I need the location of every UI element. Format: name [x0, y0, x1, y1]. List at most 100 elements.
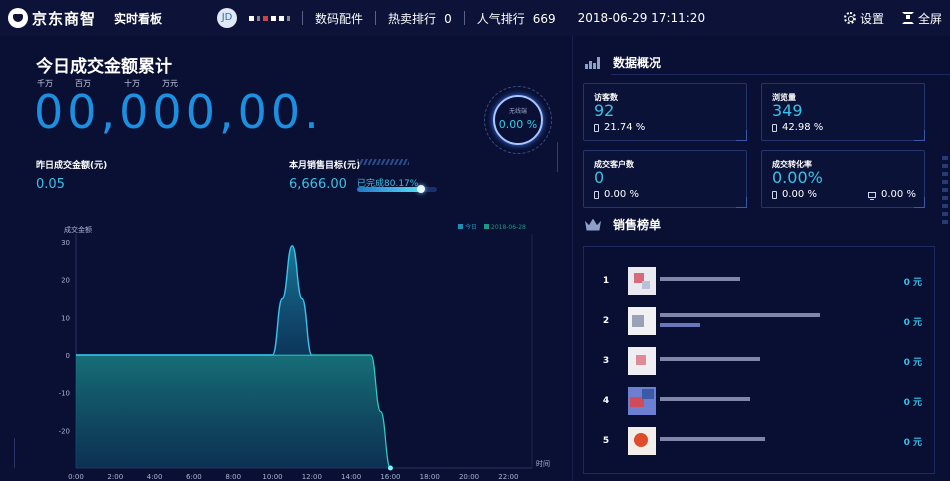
legend-label: 2018-06-28: [491, 224, 526, 231]
x-tick-label: 18:00: [420, 473, 440, 481]
pageviews-card[interactable]: 浏览量 349 42.98 %: [761, 83, 925, 141]
jd-dog-icon: [8, 8, 28, 28]
ring-decoration: [548, 142, 558, 172]
x-tick-label: 0:00: [68, 473, 84, 481]
ranking-item[interactable]: 2 0 元: [584, 301, 936, 341]
today-amount-digits: 00,000,00.: [34, 85, 323, 139]
rank-amount: 0 元: [903, 437, 922, 448]
header-line: [611, 74, 950, 75]
card-sub-value: 21.74 %: [604, 122, 646, 133]
sales-chart: 30 20 10 0 -10 -20 0:00 2:00 4:00 6:00 8:00 10:00 12…: [14, 212, 554, 481]
overview-header: 数据概况: [585, 54, 950, 75]
yesterday-label: 昨日成交金额(元): [36, 161, 108, 171]
ranking-item[interactable]: 3 0 元: [584, 341, 936, 381]
legend-swatch: [458, 224, 463, 229]
product-thumbnail: [628, 307, 656, 335]
series-line-today: [75, 245, 313, 356]
phone-icon: [594, 123, 599, 132]
card-sub-value: 0.00 %: [881, 189, 916, 200]
divider: [302, 11, 304, 25]
card-value: 349: [772, 101, 803, 120]
x-tick-label: 4:00: [147, 473, 163, 481]
wireless-ring: 无线端 0.00 %: [484, 86, 556, 158]
category-label: 数码配件: [315, 11, 364, 26]
card-mobile-rate: 21.74 %: [594, 122, 645, 133]
product-thumbnail: [628, 267, 656, 295]
rank-number: 3: [602, 356, 610, 366]
logo[interactable]: 京东商智: [8, 8, 96, 29]
phone-icon: [772, 190, 777, 199]
card-mobile-rate: 0.00 %: [772, 189, 817, 200]
fullscreen-button[interactable]: 全屏: [901, 10, 942, 27]
y-tick-label: 30: [61, 239, 70, 247]
phone-icon: [772, 123, 777, 132]
card-value: 0.00%: [772, 168, 823, 187]
datetime: 2018-06-29 17:11:20: [577, 11, 706, 25]
x-tick-label: 12:00: [302, 473, 322, 481]
card-sub-value: 42.98 %: [782, 122, 824, 133]
ranking-title: 销售榜单: [613, 218, 662, 232]
store-info[interactable]: JD: [217, 8, 291, 28]
y-tick-label: 20: [61, 277, 70, 285]
ranking-header: 销售榜单: [585, 216, 661, 233]
x-tick-label: 16:00: [380, 473, 400, 481]
fullscreen-label: 全屏: [917, 11, 942, 26]
store-avatar: JD: [217, 8, 238, 28]
legend-label: 今日: [465, 223, 477, 231]
settings-button[interactable]: 设置: [843, 10, 884, 27]
ranking-item[interactable]: 1 0 元: [584, 261, 936, 301]
gear-icon: [843, 12, 856, 24]
logo-text: 京东商智: [32, 9, 97, 28]
product-name-masked: [660, 269, 860, 293]
divider: [463, 11, 465, 25]
popularity-rank-value: 669: [532, 11, 556, 26]
settings-label: 设置: [859, 11, 884, 26]
x-tick-label: 14:00: [341, 473, 361, 481]
top-bar: 京东商智 实时看板 JD 数码配件 热卖排行 0 人气排行 669 2018-06-…: [0, 0, 950, 36]
sales-chart-svg: 30 20 10 0 -10 -20 0:00 2:00 4:00 6:00 8:00 10:00 12…: [14, 223, 550, 481]
rank-number: 1: [602, 276, 610, 286]
x-tick-label: 8:00: [225, 473, 241, 481]
overview-title: 数据概况: [613, 56, 662, 70]
progress-fill: [357, 187, 422, 192]
fullscreen-icon: [901, 12, 914, 24]
goal-value: 6,666.00: [289, 177, 347, 192]
visitors-card[interactable]: 访客数 92 21.74 %: [583, 83, 747, 141]
series-point-yesterday: [387, 465, 393, 471]
card-value: 0: [594, 168, 605, 187]
y-tick-label: -20: [59, 427, 70, 435]
popularity-rank-label: 人气排行: [476, 11, 525, 26]
x-tick-label: 2:00: [107, 473, 123, 481]
product-thumbnail: [628, 387, 656, 415]
y-tick-label: 0: [66, 352, 70, 360]
store-name-masked: [249, 15, 291, 21]
ranking-item[interactable]: 4 0 元: [584, 381, 936, 421]
rank-amount: 0 元: [903, 277, 922, 288]
hot-rank-label: 热卖排行: [388, 11, 437, 26]
rank-number: 4: [602, 396, 610, 406]
product-name-masked: [660, 429, 860, 453]
left-panel: 今日成交金额累计 千万 百万 十万 万元 00,000,00. 无线端 0.00…: [0, 36, 565, 481]
computer-icon: [868, 191, 876, 200]
right-panel: 数据概况 访客数 92 21.74 % 浏览量 349 42.98 % 成交客户…: [572, 36, 950, 481]
card-value: 92: [594, 101, 615, 120]
card-sub-value: 0.00 %: [604, 189, 639, 200]
legend-swatch: [484, 224, 489, 229]
product-thumbnail: [628, 427, 656, 455]
rank-amount: 0 元: [903, 317, 922, 328]
card-mobile-rate: 0.00 %: [594, 189, 639, 200]
ring-value: 0.00 %: [498, 118, 538, 131]
x-tick-label: 10:00: [262, 473, 282, 481]
ranking-list: 1 0 元 2 0 元 3 0 元 4 0 元 5 0 元: [583, 246, 935, 474]
rank-amount: 0 元: [903, 357, 922, 368]
buyers-card[interactable]: 成交客户数 0 0.00 %: [583, 150, 747, 208]
ranking-item[interactable]: 5 0 元: [584, 421, 936, 461]
x-tick-label: 22:00: [498, 473, 518, 481]
series-area-yesterday: [76, 355, 391, 468]
phone-icon: [594, 190, 599, 199]
hot-rank: 热卖排行 0: [388, 10, 452, 27]
conversion-card[interactable]: 成交转化率 0.00% 0.00 % 0.00 %: [761, 150, 925, 208]
x-tick-label: 6:00: [186, 473, 202, 481]
card-mobile-rate: 42.98 %: [772, 122, 823, 133]
completion-progress: [357, 187, 437, 192]
